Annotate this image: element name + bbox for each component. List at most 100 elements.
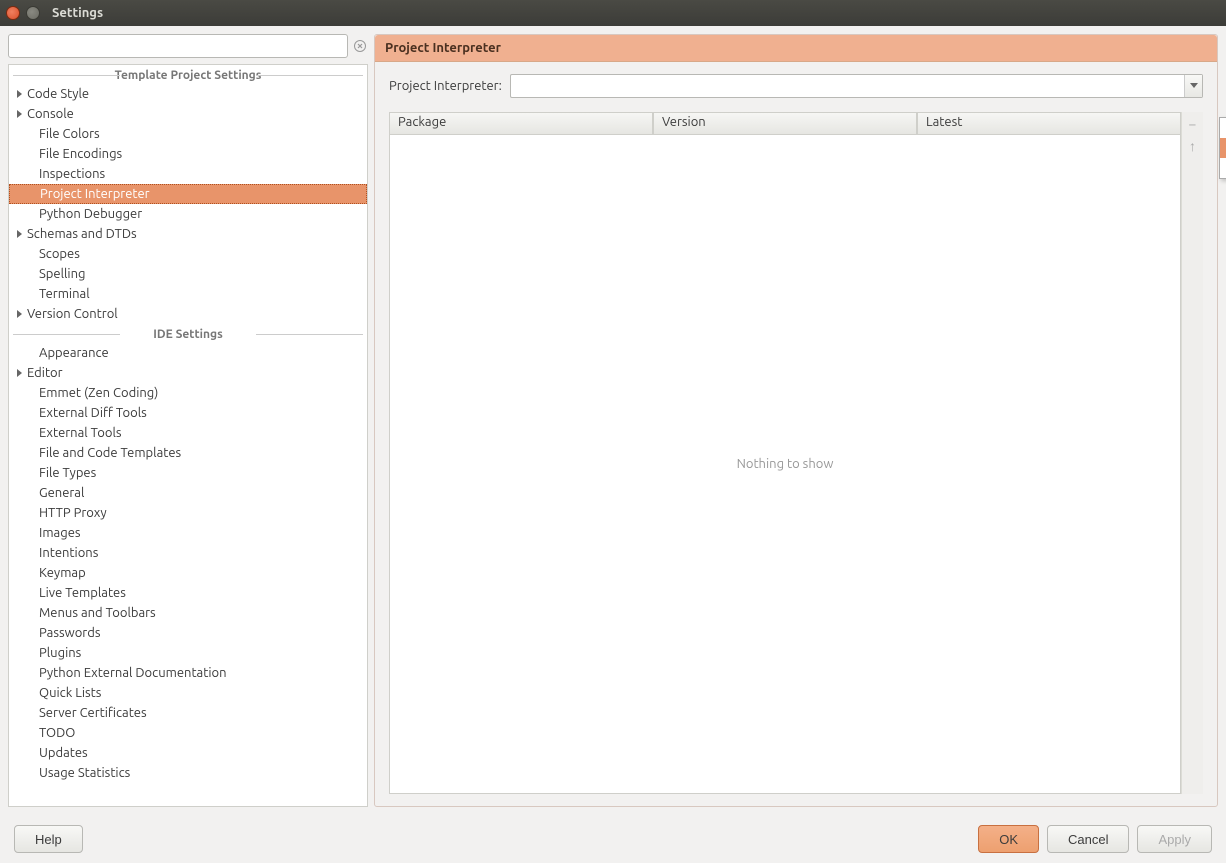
- tree-item-label: External Diff Tools: [39, 406, 147, 420]
- tree-item-label: Plugins: [39, 646, 81, 660]
- tree-item-label: Intentions: [39, 546, 98, 560]
- tree-item[interactable]: Updates: [9, 743, 367, 763]
- table-side-toolbar: − ↑: [1181, 112, 1203, 794]
- tree-item-label: Quick Lists: [39, 686, 101, 700]
- tree-item[interactable]: Project Interpreter: [9, 184, 367, 204]
- ok-button[interactable]: OK: [978, 825, 1039, 853]
- tree-item[interactable]: Python External Documentation: [9, 663, 367, 683]
- tree-item[interactable]: External Diff Tools: [9, 403, 367, 423]
- chevron-right-icon: [15, 229, 25, 239]
- interpreter-dropdown-menu: Add LoCreateMore...: [1219, 117, 1226, 179]
- tree-item[interactable]: Intentions: [9, 543, 367, 563]
- cancel-button[interactable]: Cancel: [1047, 825, 1129, 853]
- tree-item-label: General: [39, 486, 84, 500]
- chevron-right-icon: [15, 309, 25, 319]
- tree-item[interactable]: TODO: [9, 723, 367, 743]
- help-button[interactable]: Help: [14, 825, 83, 853]
- main-panel: Project Interpreter Project Interpreter:…: [374, 34, 1218, 807]
- tree-item[interactable]: Version Control: [9, 304, 367, 324]
- tree-item-label: Images: [39, 526, 81, 540]
- remove-icon[interactable]: −: [1189, 116, 1197, 132]
- content-area: Template Project Settings Code Style Conso…: [0, 26, 1226, 815]
- table-empty-text: Nothing to show: [390, 135, 1180, 793]
- tree-item[interactable]: General: [9, 483, 367, 503]
- tree-item[interactable]: Appearance: [9, 343, 367, 363]
- tree-item[interactable]: Usage Statistics: [9, 763, 367, 783]
- tree-item-label: File Encodings: [39, 147, 122, 161]
- tree-item-label: File Colors: [39, 127, 100, 141]
- tree-item-label: Passwords: [39, 626, 100, 640]
- tree-item[interactable]: File and Code Templates: [9, 443, 367, 463]
- tree-item-label: Spelling: [39, 267, 85, 281]
- tree-item[interactable]: File Encodings: [9, 144, 367, 164]
- tree-item[interactable]: Passwords: [9, 623, 367, 643]
- tree-item[interactable]: Menus and Toolbars: [9, 603, 367, 623]
- tree-item[interactable]: Python Debugger: [9, 204, 367, 224]
- settings-tree: Template Project Settings Code Style Conso…: [8, 64, 368, 807]
- tree-scroll[interactable]: Template Project Settings Code Style Conso…: [9, 65, 367, 806]
- section-header: Template Project Settings: [9, 65, 367, 84]
- tree-item[interactable]: Server Certificates: [9, 703, 367, 723]
- button-bar: Help OK Cancel Apply: [0, 815, 1226, 863]
- tree-item[interactable]: Emmet (Zen Coding): [9, 383, 367, 403]
- tree-item[interactable]: Console: [9, 104, 367, 124]
- column-latest[interactable]: Latest: [917, 113, 1180, 135]
- tree-item[interactable]: Terminal: [9, 284, 367, 304]
- tree-item[interactable]: Keymap: [9, 563, 367, 583]
- tree-item[interactable]: Plugins: [9, 643, 367, 663]
- tree-item-label: Appearance: [39, 346, 109, 360]
- tree-item[interactable]: Images: [9, 523, 367, 543]
- search-input[interactable]: [8, 34, 348, 58]
- titlebar: Settings: [0, 0, 1226, 26]
- tree-item[interactable]: Spelling: [9, 264, 367, 284]
- tree-item-label: Version Control: [27, 307, 118, 321]
- tree-item[interactable]: Scopes: [9, 244, 367, 264]
- sidebar: Template Project Settings Code Style Conso…: [8, 34, 368, 807]
- tree-item-label: TODO: [39, 726, 75, 740]
- window-minimize-icon[interactable]: [26, 6, 40, 20]
- apply-button[interactable]: Apply: [1137, 825, 1212, 853]
- tree-item-label: Inspections: [39, 167, 105, 181]
- tree-item[interactable]: External Tools: [9, 423, 367, 443]
- tree-item-label: Console: [27, 107, 74, 121]
- tree-item-label: Project Interpreter: [40, 187, 150, 201]
- tree-item-label: Emmet (Zen Coding): [39, 386, 158, 400]
- column-package[interactable]: Package: [390, 113, 653, 135]
- clear-search-icon[interactable]: [352, 38, 368, 54]
- tree-item[interactable]: HTTP Proxy: [9, 503, 367, 523]
- tree-item-label: Python Debugger: [39, 207, 142, 221]
- tree-item-label: Menus and Toolbars: [39, 606, 156, 620]
- dropdown-item[interactable]: Add Lo: [1220, 118, 1226, 138]
- column-version[interactable]: Version: [653, 113, 917, 135]
- tree-item-label: External Tools: [39, 426, 122, 440]
- window-close-icon[interactable]: [6, 6, 20, 20]
- section-header: IDE Settings: [9, 324, 367, 343]
- chevron-right-icon: [15, 109, 25, 119]
- tree-item-label: Updates: [39, 746, 88, 760]
- tree-item-label: Terminal: [39, 287, 90, 301]
- tree-item-label: Code Style: [27, 87, 89, 101]
- interpreter-dropdown-button[interactable]: [1184, 75, 1202, 97]
- tree-item[interactable]: Quick Lists: [9, 683, 367, 703]
- chevron-right-icon: [15, 368, 25, 378]
- window-title: Settings: [52, 6, 103, 20]
- dropdown-item[interactable]: More...: [1220, 158, 1226, 178]
- tree-item[interactable]: Inspections: [9, 164, 367, 184]
- tree-item[interactable]: Code Style: [9, 84, 367, 104]
- packages-table: Package Version Latest Nothing to show: [389, 112, 1181, 794]
- tree-item[interactable]: File Colors: [9, 124, 367, 144]
- dropdown-item[interactable]: Create: [1220, 138, 1226, 158]
- up-arrow-icon[interactable]: ↑: [1189, 138, 1196, 154]
- tree-item[interactable]: Live Templates: [9, 583, 367, 603]
- panel-title: Project Interpreter: [375, 35, 1217, 62]
- tree-item-label: Python External Documentation: [39, 666, 227, 680]
- tree-item[interactable]: File Types: [9, 463, 367, 483]
- interpreter-label: Project Interpreter:: [389, 79, 502, 93]
- interpreter-select[interactable]: [510, 74, 1203, 98]
- tree-item[interactable]: Schemas and DTDs: [9, 224, 367, 244]
- tree-item-label: Schemas and DTDs: [27, 227, 137, 241]
- tree-item[interactable]: Editor: [9, 363, 367, 383]
- tree-item-label: HTTP Proxy: [39, 506, 107, 520]
- tree-item-label: Editor: [27, 366, 63, 380]
- tree-item-label: Usage Statistics: [39, 766, 130, 780]
